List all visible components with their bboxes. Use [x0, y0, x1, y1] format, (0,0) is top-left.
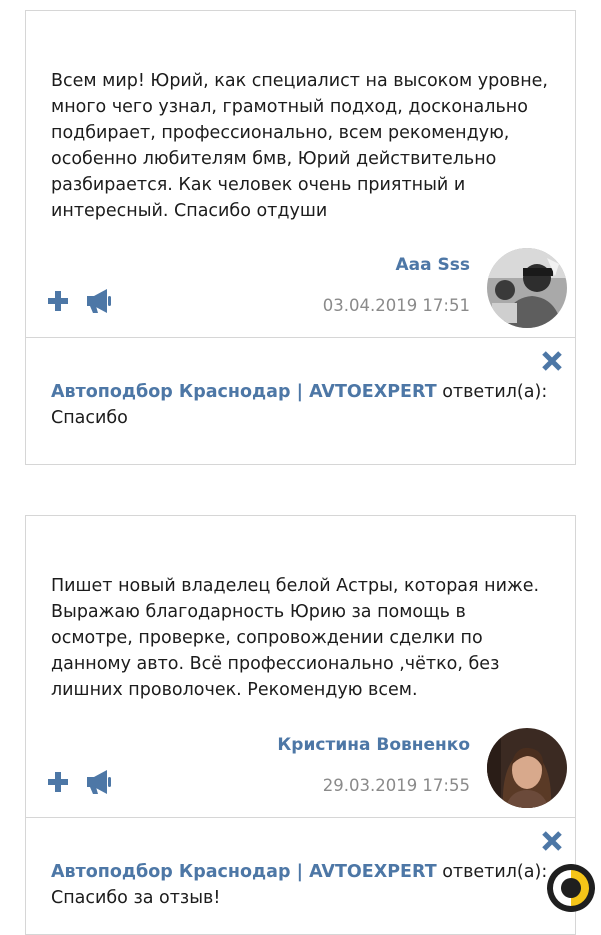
review-text: Всем мир! Юрий, как специалист на высоко… [51, 71, 548, 221]
plus-icon[interactable] [46, 770, 70, 794]
reply-company-link[interactable]: Автоподбор Краснодар | AVTOEXPERT [51, 862, 437, 882]
reply-verb: ответил(а): [436, 382, 548, 402]
divider [26, 337, 575, 338]
review-author[interactable]: Aaa Sss [396, 255, 471, 275]
avatar[interactable] [487, 248, 567, 328]
avatar[interactable] [487, 728, 567, 808]
review-date: 03.04.2019 17:51 [322, 296, 470, 315]
reply: Автоподбор Краснодар | AVTOEXPERT ответи… [51, 379, 551, 431]
megaphone-icon[interactable] [84, 769, 114, 795]
review-author[interactable]: Кристина Вовненко [277, 735, 470, 755]
divider [26, 817, 575, 818]
review-actions [46, 769, 114, 795]
reply-text: Спасибо [51, 408, 128, 428]
reply-company-link[interactable]: Автоподбор Краснодар | AVTOEXPERT [51, 382, 437, 402]
megaphone-icon[interactable] [84, 288, 114, 314]
reply: Автоподбор Краснодар | AVTOEXPERT ответи… [51, 859, 551, 911]
corner-logo[interactable] [546, 863, 596, 913]
plus-icon[interactable] [46, 289, 70, 313]
review-actions [46, 288, 114, 314]
review-card: Пишет новый владелец белой Астры, котора… [25, 515, 576, 935]
review-date: 29.03.2019 17:55 [322, 776, 470, 795]
reply-text: Спасибо за отзыв! [51, 888, 221, 908]
review-text: Пишет новый владелец белой Астры, котора… [51, 576, 540, 700]
close-icon[interactable] [541, 350, 563, 372]
review-card: Всем мир! Юрий, как специалист на высоко… [25, 10, 576, 465]
close-icon[interactable] [541, 830, 563, 852]
reply-verb: ответил(а): [436, 862, 548, 882]
